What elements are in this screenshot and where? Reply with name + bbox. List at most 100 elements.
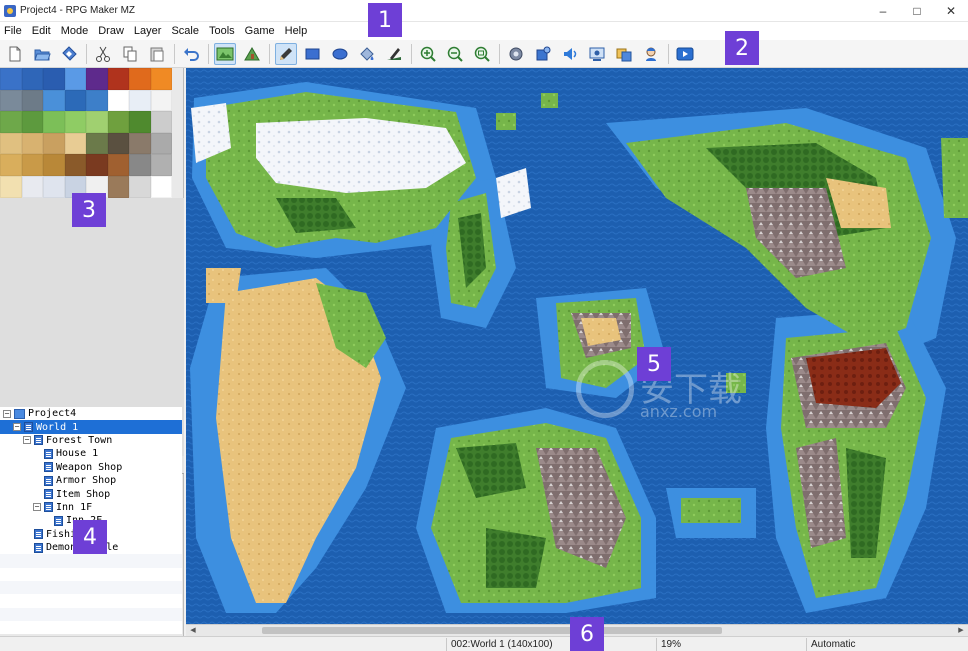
tree-root-project[interactable]: − Project4 bbox=[0, 407, 182, 420]
tile-swatch[interactable] bbox=[129, 154, 151, 176]
tile-swatch[interactable] bbox=[0, 68, 22, 90]
save-project-icon[interactable] bbox=[58, 43, 80, 65]
tile-swatch[interactable] bbox=[43, 89, 65, 112]
menu-tools[interactable]: Tools bbox=[205, 25, 241, 37]
tree-item[interactable]: House 1 bbox=[0, 447, 182, 460]
menu-file[interactable]: File bbox=[0, 25, 28, 37]
playtest-icon[interactable] bbox=[674, 43, 696, 65]
actual-size-icon[interactable] bbox=[471, 43, 493, 65]
rectangle-icon[interactable] bbox=[302, 43, 324, 65]
tile-swatch[interactable] bbox=[150, 111, 172, 133]
collapse-icon[interactable]: − bbox=[13, 423, 21, 432]
close-icon[interactable]: ✕ bbox=[934, 0, 968, 22]
tile-swatch[interactable] bbox=[129, 68, 151, 90]
collapse-icon[interactable]: − bbox=[33, 503, 41, 512]
event-searcher-icon[interactable] bbox=[586, 43, 608, 65]
tree-item[interactable]: − Inn 1F bbox=[0, 501, 182, 514]
tile-swatch[interactable] bbox=[43, 132, 65, 155]
tile-swatch[interactable] bbox=[129, 175, 151, 198]
tile-swatch[interactable] bbox=[107, 68, 129, 90]
map-mode-icon[interactable] bbox=[214, 42, 236, 65]
tile-swatch[interactable] bbox=[64, 132, 86, 155]
tile-swatch[interactable] bbox=[150, 68, 172, 90]
menu-draw[interactable]: Draw bbox=[94, 25, 130, 37]
map-canvas[interactable]: 安下载 anxz.com bbox=[186, 68, 968, 624]
tile-swatch[interactable] bbox=[86, 154, 108, 176]
minimize-icon[interactable]: – bbox=[866, 0, 900, 22]
tree-item[interactable]: Armor Shop bbox=[0, 474, 182, 487]
tile-swatch[interactable] bbox=[0, 154, 22, 176]
menu-game[interactable]: Game bbox=[241, 25, 281, 37]
tile-swatch[interactable] bbox=[0, 89, 22, 112]
cut-icon[interactable] bbox=[92, 43, 114, 65]
plugin-manager-icon[interactable] bbox=[532, 43, 554, 65]
undo-icon[interactable] bbox=[180, 43, 202, 65]
copy-icon[interactable] bbox=[119, 43, 141, 65]
tile-swatch[interactable] bbox=[86, 132, 108, 155]
tile-swatch[interactable] bbox=[107, 154, 129, 176]
tile-swatch[interactable] bbox=[107, 89, 129, 112]
tile-swatch[interactable] bbox=[86, 89, 108, 112]
fill-icon[interactable] bbox=[356, 43, 378, 65]
scroll-right-icon[interactable]: ▶ bbox=[956, 626, 966, 636]
tree-item[interactable]: Weapon Shop bbox=[0, 461, 182, 474]
tree-item[interactable]: Item Shop bbox=[0, 487, 182, 500]
tile-swatch[interactable] bbox=[43, 68, 65, 90]
menu-layer[interactable]: Layer bbox=[130, 25, 168, 37]
tile-swatch[interactable] bbox=[150, 154, 172, 176]
tree-item[interactable]: − World 1 bbox=[0, 420, 182, 434]
tile-swatch[interactable] bbox=[21, 175, 43, 198]
tile-swatch[interactable] bbox=[0, 111, 22, 133]
sound-test-icon[interactable] bbox=[559, 43, 581, 65]
open-project-icon[interactable] bbox=[31, 43, 53, 65]
pencil-icon[interactable] bbox=[275, 42, 297, 65]
maximize-icon[interactable]: □ bbox=[900, 0, 934, 22]
event-mode-icon[interactable] bbox=[241, 43, 263, 65]
paste-icon[interactable] bbox=[146, 43, 168, 65]
scroll-left-icon[interactable]: ◀ bbox=[188, 626, 198, 636]
tile-swatch[interactable] bbox=[21, 132, 43, 155]
tile-swatch[interactable] bbox=[64, 89, 86, 112]
tile-swatch[interactable] bbox=[21, 89, 43, 112]
tile-swatch[interactable] bbox=[107, 111, 129, 133]
tile-swatch[interactable] bbox=[21, 68, 43, 90]
tile-swatch[interactable] bbox=[64, 111, 86, 133]
collapse-icon[interactable]: − bbox=[23, 436, 31, 445]
tile-swatch[interactable] bbox=[0, 132, 22, 155]
tile-swatch[interactable] bbox=[129, 111, 151, 133]
character-generator-icon[interactable] bbox=[640, 43, 662, 65]
tile-swatch[interactable] bbox=[107, 132, 129, 155]
world-map[interactable] bbox=[186, 68, 968, 624]
collapse-icon[interactable]: − bbox=[3, 409, 11, 418]
tile-swatch[interactable] bbox=[64, 68, 86, 90]
tile-swatch[interactable] bbox=[86, 111, 108, 133]
tile-swatch[interactable] bbox=[107, 175, 129, 198]
shadow-pen-icon[interactable] bbox=[383, 43, 405, 65]
tile-swatch[interactable] bbox=[43, 111, 65, 133]
tile-swatch[interactable] bbox=[0, 175, 22, 198]
tree-item[interactable]: − Forest Town bbox=[0, 434, 182, 447]
tileset-palette[interactable] bbox=[0, 68, 172, 198]
tile-swatch[interactable] bbox=[150, 89, 172, 112]
tile-swatch[interactable] bbox=[129, 89, 151, 112]
menu-mode[interactable]: Mode bbox=[57, 25, 95, 37]
tile-swatch[interactable] bbox=[129, 132, 151, 155]
menu-scale[interactable]: Scale bbox=[167, 25, 205, 37]
zoom-in-icon[interactable] bbox=[417, 43, 439, 65]
ellipse-icon[interactable] bbox=[329, 43, 351, 65]
tile-swatch[interactable] bbox=[21, 154, 43, 176]
tile-swatch[interactable] bbox=[43, 175, 65, 198]
resource-manager-icon[interactable] bbox=[613, 43, 635, 65]
scrollbar-thumb[interactable] bbox=[262, 627, 722, 634]
tile-swatch[interactable] bbox=[150, 132, 172, 155]
new-project-icon[interactable] bbox=[4, 43, 26, 65]
menu-edit[interactable]: Edit bbox=[28, 25, 57, 37]
database-icon[interactable] bbox=[505, 43, 527, 65]
tile-swatch[interactable] bbox=[86, 68, 108, 90]
menu-help[interactable]: Help bbox=[281, 25, 314, 37]
tile-swatch[interactable] bbox=[21, 111, 43, 133]
zoom-out-icon[interactable] bbox=[444, 43, 466, 65]
tile-swatch[interactable] bbox=[150, 175, 172, 198]
tile-swatch[interactable] bbox=[64, 154, 86, 176]
tile-swatch[interactable] bbox=[43, 154, 65, 176]
